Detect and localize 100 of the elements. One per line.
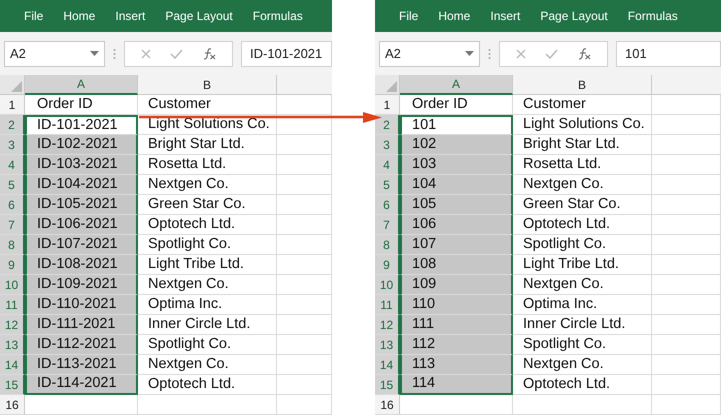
row-header[interactable]: 14 — [0, 355, 25, 375]
row-header[interactable]: 5 — [375, 175, 400, 195]
name-box[interactable]: A2 — [4, 40, 105, 67]
table-cell: Optotech Ltd. — [513, 215, 652, 235]
ribbon-tab[interactable]: Formulas — [628, 7, 678, 26]
formula-input[interactable]: 101 — [616, 40, 721, 67]
table-cell: Spotlight Co. — [513, 335, 652, 355]
row-header[interactable]: 14 — [375, 355, 400, 375]
empty-cell — [277, 295, 332, 315]
column-header[interactable] — [277, 75, 332, 95]
table-cell: Customer — [138, 95, 277, 115]
row-header[interactable]: 9 — [0, 255, 25, 275]
row-header[interactable]: 15 — [375, 375, 400, 395]
empty-cell — [652, 335, 721, 355]
table-cell: ID-108-2021 — [25, 255, 138, 275]
table-cell: Bright Star Ltd. — [513, 135, 652, 155]
table-cell: ID-104-2021 — [25, 175, 138, 195]
table-cell: ID-107-2021 — [25, 235, 138, 255]
triangle-icon — [11, 81, 22, 92]
ribbon-tab[interactable]: Insert — [490, 7, 520, 26]
row-header[interactable]: 12 — [375, 315, 400, 335]
table-cell: ID-110-2021 — [25, 295, 138, 315]
grip-icon — [113, 48, 116, 60]
empty-cell — [277, 315, 332, 335]
table-cell: Optotech Ltd. — [138, 215, 277, 235]
row-header[interactable]: 16 — [0, 395, 25, 415]
row-header[interactable]: 15 — [0, 375, 25, 395]
row-header[interactable]: 7 — [0, 215, 25, 235]
table-cell: ID-113-2021 — [25, 355, 138, 375]
empty-cell — [652, 355, 721, 375]
close-icon[interactable] — [140, 48, 151, 59]
table-cell: Green Star Co. — [513, 195, 652, 215]
table-cell: 103 — [400, 155, 513, 175]
empty-cell — [277, 355, 332, 375]
row-header[interactable]: 8 — [0, 235, 25, 255]
row-header[interactable]: 1 — [0, 95, 25, 115]
table-cell: Light Solutions Co. — [513, 115, 652, 135]
column-header[interactable]: B — [513, 75, 652, 95]
row-header[interactable]: 2 — [0, 115, 25, 135]
row-header[interactable]: 3 — [0, 135, 25, 155]
table-cell: 108 — [400, 255, 513, 275]
row-header[interactable]: 13 — [0, 335, 25, 355]
select-all-corner[interactable] — [375, 75, 400, 95]
row-header[interactable]: 13 — [375, 335, 400, 355]
row-header[interactable]: 3 — [375, 135, 400, 155]
row-header[interactable]: 8 — [375, 235, 400, 255]
name-box[interactable]: A2 — [379, 40, 480, 67]
formula-input[interactable]: ID-101-2021 — [241, 40, 332, 67]
row-header[interactable]: 9 — [375, 255, 400, 275]
ribbon-tab[interactable]: Page Layout — [540, 7, 608, 26]
table-cell: Spotlight Co. — [138, 235, 277, 255]
check-icon[interactable] — [170, 48, 183, 59]
triangle-icon — [386, 81, 397, 92]
ribbon-tab[interactable]: Formulas — [252, 7, 303, 26]
ribbon-tab[interactable]: File — [24, 7, 44, 26]
empty-cell — [277, 375, 332, 395]
check-icon[interactable] — [544, 48, 558, 59]
row-header[interactable]: 11 — [0, 295, 25, 315]
ribbon-tab[interactable]: Home — [438, 7, 470, 26]
empty-cell — [277, 195, 332, 215]
table-cell: Light Tribe Ltd. — [513, 255, 652, 275]
table-cell: Optima Inc. — [138, 295, 277, 315]
row-header[interactable]: 7 — [375, 215, 400, 235]
row-header[interactable]: 2 — [375, 115, 400, 135]
row-header[interactable]: 5 — [0, 175, 25, 195]
empty-cell — [277, 115, 332, 135]
table-cell: 107 — [400, 235, 513, 255]
table-cell: Rosetta Ltd. — [138, 155, 277, 175]
row-header[interactable]: 10 — [375, 275, 400, 295]
table-cell: Nextgen Co. — [138, 355, 277, 375]
table-cell: Light Tribe Ltd. — [138, 255, 277, 275]
row-header[interactable]: 4 — [375, 155, 400, 175]
empty-cell — [652, 95, 721, 115]
row-header[interactable]: 16 — [375, 395, 400, 415]
table-cell: 113 — [400, 355, 513, 375]
ribbon-tab[interactable]: Page Layout — [165, 7, 233, 26]
function-icon[interactable] — [202, 48, 216, 60]
column-header[interactable]: A — [400, 75, 513, 95]
table-cell: Spotlight Co. — [513, 235, 652, 255]
row-header[interactable]: 10 — [0, 275, 25, 295]
empty-cell — [277, 275, 332, 295]
column-header[interactable]: A — [25, 75, 138, 95]
row-header[interactable]: 4 — [0, 155, 25, 175]
row-header[interactable]: 12 — [0, 315, 25, 335]
table-cell: ID-114-2021 — [25, 375, 138, 395]
table-cell: Inner Circle Ltd. — [138, 315, 277, 335]
table-cell: Optima Inc. — [513, 295, 652, 315]
select-all-corner[interactable] — [0, 75, 25, 95]
close-icon[interactable] — [516, 48, 526, 59]
column-header[interactable]: B — [138, 75, 277, 95]
empty-cell — [652, 275, 721, 295]
row-header[interactable]: 11 — [375, 295, 400, 315]
ribbon-tab[interactable]: Insert — [115, 7, 146, 26]
row-header[interactable]: 6 — [375, 195, 400, 215]
ribbon-tab[interactable]: Home — [63, 7, 96, 26]
function-icon[interactable] — [577, 48, 592, 60]
row-header[interactable]: 1 — [375, 95, 400, 115]
column-header[interactable] — [652, 75, 721, 95]
row-header[interactable]: 6 — [0, 195, 25, 215]
ribbon-tab[interactable]: File — [399, 7, 418, 26]
